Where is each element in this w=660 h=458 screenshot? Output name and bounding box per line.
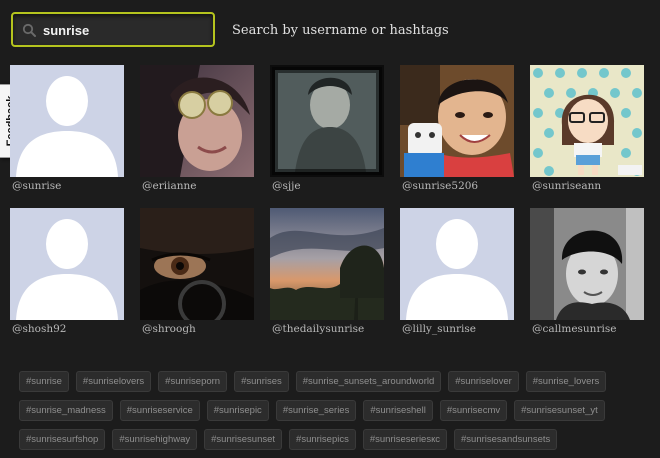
username-link[interactable]: @shroogh bbox=[142, 323, 196, 335]
username-link[interactable]: @eriianne bbox=[142, 180, 196, 192]
hashtag-row: #sunrisesurfshop #sunrisehighway #sunris… bbox=[19, 429, 639, 450]
username-link[interactable]: @thedailysunrise bbox=[272, 323, 364, 335]
hashtag-chip[interactable]: #sunrise_sunsets_aroundworld bbox=[295, 371, 442, 392]
hashtag-chip[interactable]: #sunrisesunset_yt bbox=[514, 400, 605, 421]
hashtag-chip[interactable]: #sunrisesurfshop bbox=[19, 429, 106, 450]
hashtag-chip[interactable]: #sunriselover bbox=[448, 371, 519, 392]
hashtag-chip[interactable]: #sunriseseriesкc bbox=[362, 429, 447, 450]
default-avatar-icon[interactable] bbox=[10, 65, 124, 177]
hashtag-row: #sunrise #sunriselovers #sunriseporn #su… bbox=[19, 371, 639, 392]
user-tile[interactable]: @shroogh bbox=[140, 208, 254, 336]
user-photo[interactable] bbox=[530, 208, 644, 320]
user-photo[interactable] bbox=[270, 208, 384, 320]
search-icon bbox=[22, 23, 36, 37]
user-tile[interactable]: @sjje bbox=[270, 65, 384, 193]
user-photo[interactable] bbox=[270, 65, 384, 177]
username-link[interactable]: @sunrise bbox=[12, 180, 61, 192]
user-photo[interactable] bbox=[140, 208, 254, 320]
user-tile[interactable]: @shosh92 bbox=[10, 208, 124, 336]
username-link[interactable]: @lilly_sunrise bbox=[402, 323, 476, 335]
hashtag-list: #sunrise #sunriselovers #sunriseporn #su… bbox=[19, 371, 639, 458]
hashtag-chip[interactable]: #sunrisehighway bbox=[112, 429, 198, 450]
user-tile[interactable]: @thedailysunrise bbox=[270, 208, 384, 336]
hashtag-chip[interactable]: #sunrises bbox=[234, 371, 289, 392]
hashtag-chip[interactable]: #sunriseservice bbox=[119, 400, 200, 421]
user-tile[interactable]: @eriianne bbox=[140, 65, 254, 193]
search-hint: Search by username or hashtags bbox=[232, 23, 449, 38]
username-link[interactable]: @callmesunrise bbox=[532, 323, 616, 335]
hashtag-chip[interactable]: #sunriselovers bbox=[75, 371, 152, 392]
default-avatar-icon[interactable] bbox=[10, 208, 124, 320]
hashtag-chip[interactable]: #sunrisesandsunsets bbox=[454, 429, 558, 450]
user-tile[interactable]: @lilly_sunrise bbox=[400, 208, 514, 336]
hashtag-chip[interactable]: #sunriseporn bbox=[158, 371, 228, 392]
search-input[interactable] bbox=[43, 21, 208, 39]
user-photo[interactable] bbox=[140, 65, 254, 177]
default-avatar-icon[interactable] bbox=[400, 208, 514, 320]
search-box[interactable] bbox=[11, 12, 215, 47]
user-tile[interactable]: @sunriseann bbox=[530, 65, 644, 193]
hashtag-chip[interactable]: #sunrisecmv bbox=[439, 400, 508, 421]
username-link[interactable]: @shosh92 bbox=[12, 323, 66, 335]
username-link[interactable]: @sunriseann bbox=[532, 180, 601, 192]
hashtag-chip[interactable]: #sunrisesunset bbox=[204, 429, 283, 450]
username-link[interactable]: @sunrise5206 bbox=[402, 180, 478, 192]
user-photo[interactable] bbox=[400, 65, 514, 177]
user-photo[interactable] bbox=[530, 65, 644, 177]
username-link[interactable]: @sjje bbox=[272, 180, 301, 192]
hashtag-chip[interactable]: #sunrise_madness bbox=[19, 400, 113, 421]
hashtag-chip[interactable]: #sunrise bbox=[19, 371, 69, 392]
user-tile[interactable]: @callmesunrise bbox=[530, 208, 644, 336]
hashtag-chip[interactable]: #sunrisepic bbox=[206, 400, 269, 421]
hashtag-row: #sunrise_madness #sunriseservice #sunris… bbox=[19, 400, 639, 421]
hashtag-chip[interactable]: #sunrise_series bbox=[275, 400, 357, 421]
user-tile[interactable]: @sunrise bbox=[10, 65, 124, 193]
hashtag-chip[interactable]: #sunriseshell bbox=[363, 400, 433, 421]
hashtag-chip[interactable]: #sunrisepics bbox=[289, 429, 356, 450]
hashtag-chip[interactable]: #sunrise_lovers bbox=[525, 371, 607, 392]
user-tile[interactable]: @sunrise5206 bbox=[400, 65, 514, 193]
